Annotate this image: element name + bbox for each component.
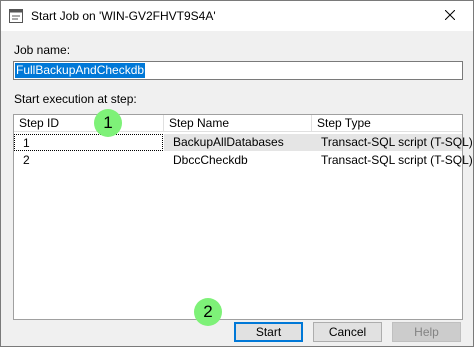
step-id-cell: 1 xyxy=(14,134,163,151)
callout-2-badge: 2 xyxy=(194,298,222,326)
step-id-cell: 2 xyxy=(23,153,30,167)
step-name-cell: BackupAllDatabases xyxy=(164,134,312,151)
step-name-cell: DbccCheckdb xyxy=(173,153,248,167)
help-button[interactable]: Help xyxy=(392,322,461,342)
close-button[interactable] xyxy=(427,1,473,31)
job-name-field[interactable]: FullBackupAndCheckdb xyxy=(13,61,463,80)
steps-grid[interactable]: Step ID Step Name Step Type 1 BackupAllD… xyxy=(13,114,473,320)
column-header-step-type[interactable]: Step Type xyxy=(312,115,462,132)
title-bar: Start Job on 'WIN-GV2FHVT9S4A' xyxy=(1,1,473,31)
job-name-value: FullBackupAndCheckdb xyxy=(15,63,146,78)
column-header-step-name[interactable]: Step Name xyxy=(164,115,312,132)
close-icon xyxy=(444,9,456,23)
job-icon xyxy=(9,9,23,23)
grid-header: Step ID Step Name Step Type xyxy=(14,115,462,133)
start-step-label: Start execution at step: xyxy=(14,92,137,106)
cancel-button[interactable]: Cancel xyxy=(313,322,382,342)
callout-1-badge: 1 xyxy=(94,109,122,137)
table-row[interactable]: 1 BackupAllDatabases Transact-SQL script… xyxy=(14,134,473,151)
start-button[interactable]: Start xyxy=(234,322,303,342)
job-name-label: Job name: xyxy=(14,43,71,57)
table-row[interactable]: 2 DbccCheckdb Transact-SQL script (T-SQL… xyxy=(14,152,473,169)
step-type-cell: Transact-SQL script (T-SQL) xyxy=(312,134,473,151)
window-title: Start Job on 'WIN-GV2FHVT9S4A' xyxy=(31,9,216,23)
start-job-dialog: Start Job on 'WIN-GV2FHVT9S4A' Job name:… xyxy=(0,0,474,347)
column-header-step-id[interactable]: Step ID xyxy=(14,115,164,132)
step-type-cell: Transact-SQL script (T-SQL) xyxy=(321,153,473,167)
